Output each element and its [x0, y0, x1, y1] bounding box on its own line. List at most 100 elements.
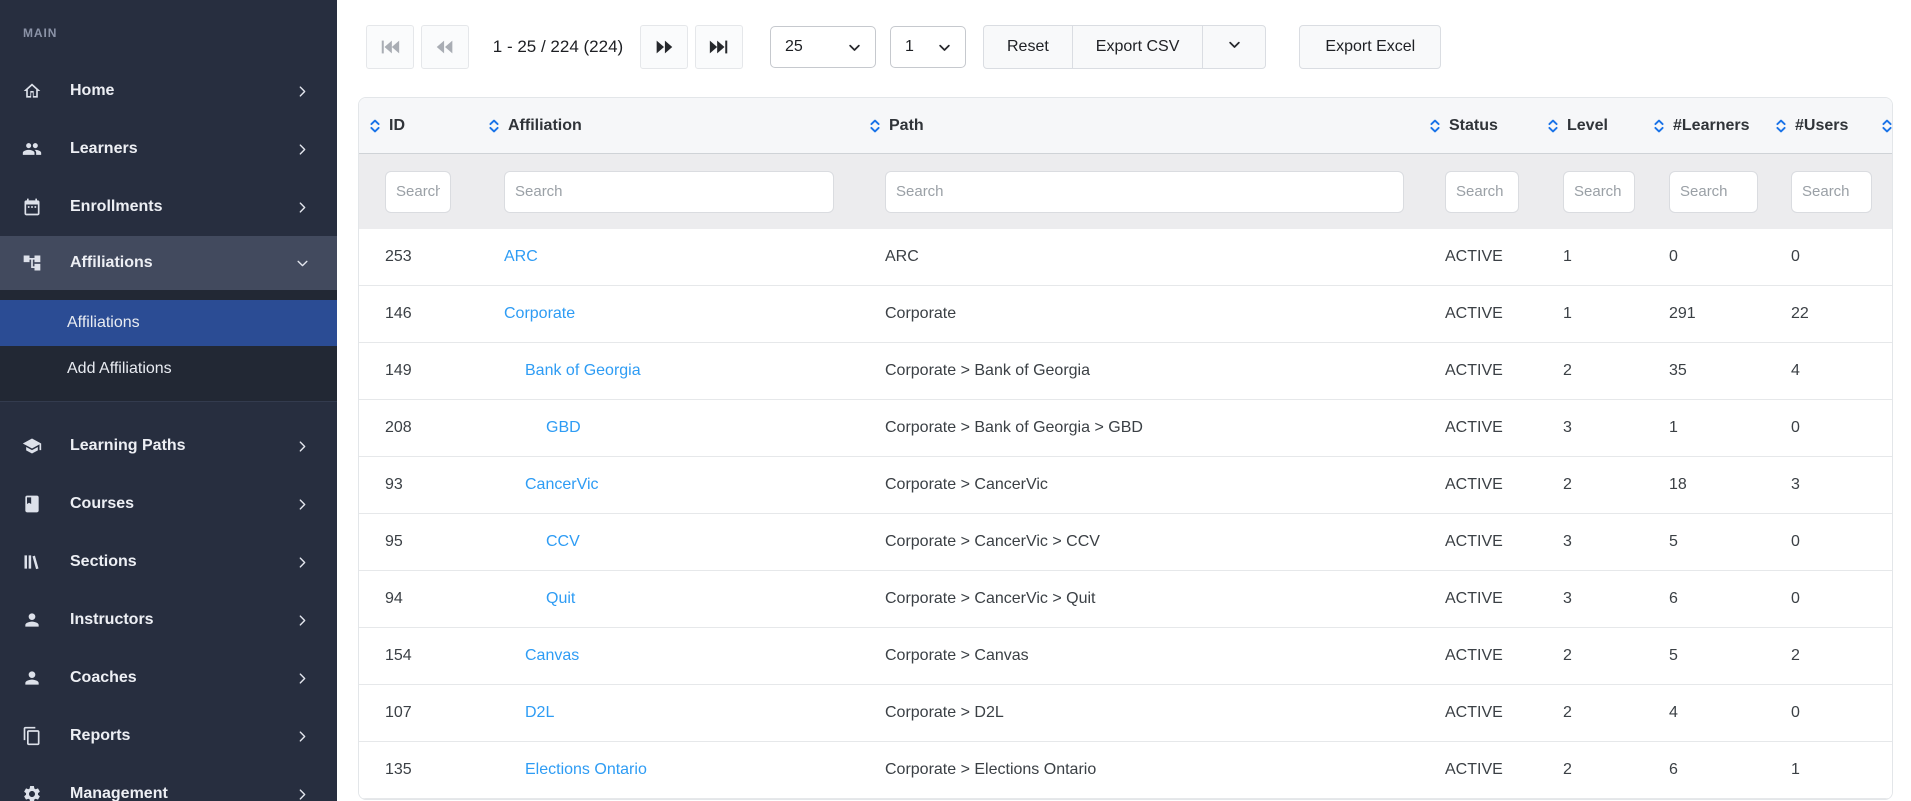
cell-learners: 5	[1669, 533, 1678, 550]
sidebar-subitem-affiliations[interactable]: Affiliations	[0, 300, 337, 346]
sidebar-subitem-add-affiliations[interactable]: Add Affiliations	[0, 346, 337, 392]
table-row: 149 Bank of Georgia Corporate > Bank of Ge…	[359, 343, 1892, 400]
sidebar-section-label: MAIN	[23, 26, 58, 40]
sort-icon[interactable]	[1427, 118, 1443, 134]
cell-users: 0	[1791, 419, 1800, 436]
search-input-level[interactable]	[1563, 170, 1635, 213]
page-size-value: 25	[785, 38, 803, 55]
cell-learners: 6	[1669, 761, 1678, 778]
sort-icon[interactable]	[1545, 118, 1561, 134]
affiliation-link[interactable]: Quit	[546, 590, 575, 608]
search-input-id[interactable]	[385, 170, 451, 213]
chevron-down-icon	[296, 257, 309, 270]
export-csv-button[interactable]: Export CSV	[1073, 26, 1204, 68]
search-input-status[interactable]	[1445, 170, 1519, 213]
affiliations-table: ID Affiliation Path Status Level #Learners #Us…	[358, 97, 1893, 800]
sidebar-item-instructors[interactable]: Instructors	[0, 591, 337, 649]
chevron-right-icon	[296, 730, 309, 743]
search-cell-affiliation	[478, 170, 859, 213]
sidebar-item-coaches[interactable]: Coaches	[0, 649, 337, 707]
export-options-button[interactable]	[1203, 26, 1265, 68]
main-content: 1 - 25 / 224 (224) 25 1 Reset Export CSV…	[337, 0, 1911, 801]
sort-icon[interactable]	[1773, 118, 1789, 134]
cell-id: 208	[385, 419, 412, 436]
first-page-button[interactable]	[366, 25, 414, 69]
affiliation-link[interactable]: GBD	[546, 419, 581, 437]
page-number-select[interactable]: 1	[890, 26, 966, 68]
affiliation-link[interactable]: Canvas	[525, 647, 579, 665]
sidebar-item-label: Home	[70, 82, 115, 99]
search-cell-id	[359, 170, 478, 213]
affiliation-link[interactable]: D2L	[525, 704, 554, 722]
sidebar-item-sections[interactable]: Sections	[0, 533, 337, 591]
cell-path: Corporate > CancerVic	[885, 476, 1048, 493]
page-size-select[interactable]: 25	[770, 26, 876, 68]
column-header-status[interactable]: Status	[1419, 117, 1537, 135]
table-row: 107 D2L Corporate > D2L ACTIVE 2 4 0	[359, 685, 1892, 742]
column-header-label: Level	[1567, 116, 1608, 134]
cell-affiliation: CCV	[478, 533, 859, 551]
cell-status: ACTIVE	[1445, 761, 1503, 778]
sidebar-item-reports[interactable]: Reports	[0, 707, 337, 765]
affiliation-link[interactable]: CancerVic	[525, 476, 599, 494]
sort-icon[interactable]	[1651, 118, 1667, 134]
sidebar-item-learning-paths[interactable]: Learning Paths	[0, 417, 337, 475]
actions-button-group: Reset Export CSV	[983, 25, 1267, 69]
courses-icon	[22, 494, 42, 514]
search-input-path[interactable]	[885, 170, 1404, 213]
column-header-id[interactable]: ID	[359, 117, 478, 135]
sort-icon[interactable]	[867, 118, 883, 134]
sidebar-item-courses[interactable]: Courses	[0, 475, 337, 533]
sort-icon[interactable]	[367, 118, 383, 134]
column-header-learners[interactable]: #Learners	[1643, 117, 1765, 135]
next-page-button[interactable]	[640, 25, 688, 69]
sidebar-item-label: Instructors	[70, 611, 154, 628]
learners-icon	[22, 139, 42, 159]
chevron-right-icon	[296, 85, 309, 98]
cell-path: Corporate > Canvas	[885, 647, 1029, 664]
affiliation-link[interactable]: CCV	[546, 533, 580, 551]
sort-icon[interactable]	[1879, 118, 1892, 134]
chevron-right-icon	[296, 498, 309, 511]
search-input-learners[interactable]	[1669, 170, 1758, 213]
column-header-extra[interactable]	[1871, 118, 1892, 134]
sort-icon[interactable]	[486, 118, 502, 134]
search-input-affiliation[interactable]	[504, 170, 834, 213]
column-header-path[interactable]: Path	[859, 117, 1419, 135]
instructors-icon	[22, 610, 42, 630]
affiliation-link[interactable]: Corporate	[504, 305, 575, 323]
last-page-button[interactable]	[695, 25, 743, 69]
export-excel-button[interactable]: Export Excel	[1299, 25, 1442, 69]
sidebar-item-management[interactable]: Management	[0, 765, 337, 801]
cell-path: Corporate > Bank of Georgia	[885, 362, 1091, 379]
reports-icon	[22, 726, 42, 746]
sections-icon	[22, 552, 42, 572]
cell-affiliation: Bank of Georgia	[478, 362, 859, 380]
column-header-level[interactable]: Level	[1537, 117, 1643, 135]
prev-page-button[interactable]	[421, 25, 469, 69]
affiliation-link[interactable]: Bank of Georgia	[525, 362, 641, 380]
column-header-users[interactable]: #Users	[1765, 117, 1871, 135]
cell-level: 2	[1563, 761, 1572, 778]
next-page-icon	[653, 36, 675, 58]
table-row: 135 Elections Ontario Corporate > Election…	[359, 742, 1892, 799]
sidebar: MAIN Home Learners Enrollments Affiliation…	[0, 0, 337, 801]
cell-users: 4	[1791, 362, 1800, 379]
pagination-toolbar: 1 - 25 / 224 (224) 25 1 Reset Export CSV…	[366, 25, 1911, 69]
cell-path: Corporate > Bank of Georgia > GBD	[885, 419, 1143, 436]
sidebar-item-label: Coaches	[70, 669, 137, 686]
sidebar-item-enrollments[interactable]: Enrollments	[0, 178, 337, 236]
chevron-right-icon	[296, 672, 309, 685]
sidebar-item-home[interactable]: Home	[0, 62, 337, 120]
sidebar-item-learners[interactable]: Learners	[0, 120, 337, 178]
column-header-affiliation[interactable]: Affiliation	[478, 117, 859, 135]
search-input-users[interactable]	[1791, 170, 1872, 213]
affiliation-link[interactable]: Elections Ontario	[525, 761, 647, 779]
cell-level: 3	[1563, 419, 1572, 436]
chevron-right-icon	[296, 201, 309, 214]
sidebar-item-affiliations[interactable]: Affiliations	[0, 236, 337, 290]
reset-button[interactable]: Reset	[984, 26, 1073, 68]
cell-status: ACTIVE	[1445, 476, 1503, 493]
cell-id: 93	[385, 476, 403, 493]
affiliation-link[interactable]: ARC	[504, 248, 538, 266]
